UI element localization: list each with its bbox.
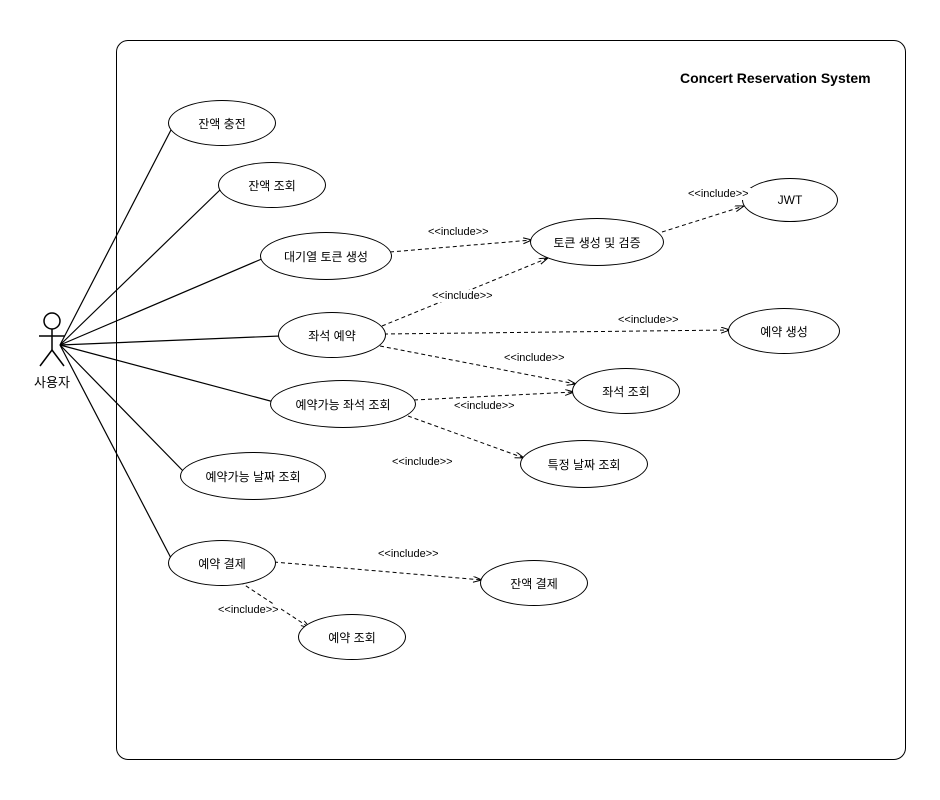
include-label: <<include>> bbox=[430, 290, 495, 302]
usecase-date-query: 특정 날짜 조회 bbox=[520, 440, 648, 488]
include-label: <<include>> bbox=[426, 226, 491, 238]
usecase-balance-query: 잔액 조회 bbox=[218, 162, 326, 208]
usecase-seat-reserve: 좌석 예약 bbox=[278, 312, 386, 358]
include-label: <<include>> bbox=[376, 548, 441, 560]
include-label: <<include>> bbox=[686, 188, 751, 200]
usecase-balance-charge: 잔액 충전 bbox=[168, 100, 276, 146]
usecase-avail-date: 예약가능 날짜 조회 bbox=[180, 452, 326, 500]
include-label: <<include>> bbox=[616, 314, 681, 326]
usecase-create-reserve: 예약 생성 bbox=[728, 308, 840, 354]
actor-label: 사용자 bbox=[30, 372, 74, 391]
usecase-avail-seat: 예약가능 좌석 조회 bbox=[270, 380, 416, 428]
include-label: <<include>> bbox=[452, 400, 517, 412]
actor-user bbox=[34, 312, 70, 375]
include-label: <<include>> bbox=[216, 604, 281, 616]
include-label: <<include>> bbox=[502, 352, 567, 364]
usecase-pay-reserve: 예약 결제 bbox=[168, 540, 276, 586]
actor-icon bbox=[34, 312, 70, 370]
usecase-balance-pay: 잔액 결제 bbox=[480, 560, 588, 606]
usecase-seat-query: 좌석 조회 bbox=[572, 368, 680, 414]
usecase-token-verify: 토큰 생성 및 검증 bbox=[530, 218, 664, 266]
usecase-reserve-query: 예약 조회 bbox=[298, 614, 406, 660]
usecase-queue-token: 대기열 토큰 생성 bbox=[260, 232, 392, 280]
include-label: <<include>> bbox=[390, 456, 455, 468]
usecase-jwt: JWT bbox=[742, 178, 838, 222]
system-title: Concert Reservation System bbox=[680, 70, 871, 86]
